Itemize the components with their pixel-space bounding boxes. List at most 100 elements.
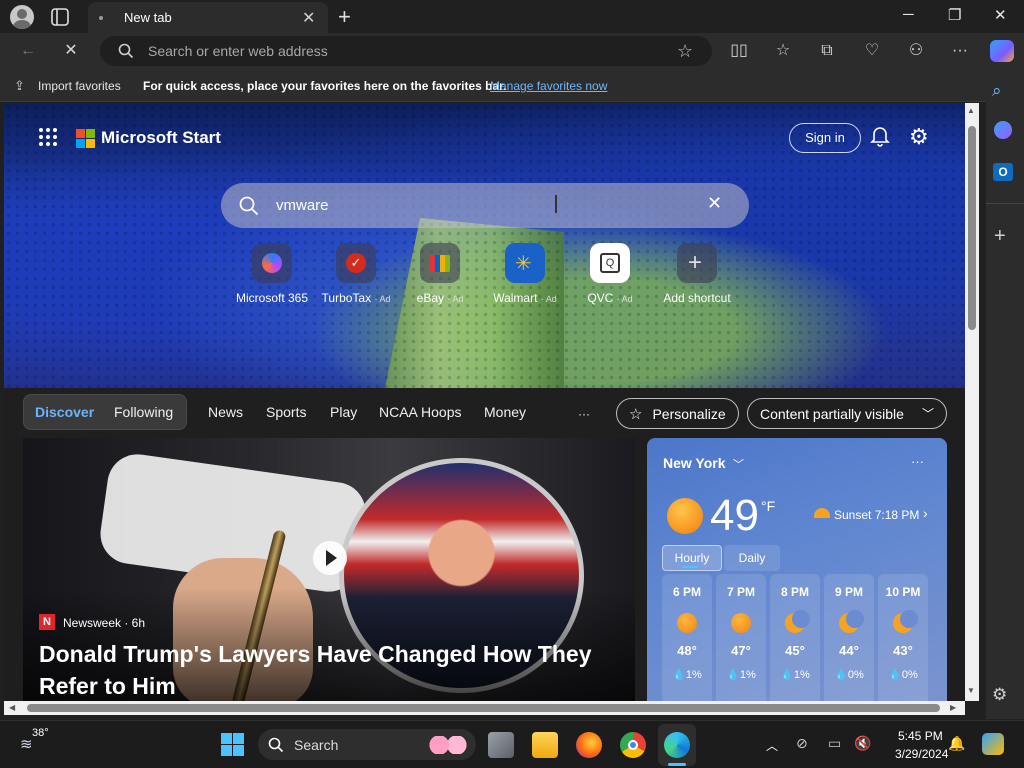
app-launcher-icon[interactable]: [38, 127, 58, 147]
tab-title: New tab: [124, 10, 172, 25]
chevron-right-icon[interactable]: ›: [923, 505, 928, 521]
taskbar-weather-temp[interactable]: 38°: [32, 727, 49, 739]
sidebar-settings-icon[interactable]: ⚙: [992, 685, 1007, 705]
profile-avatar[interactable]: [10, 5, 34, 29]
scroll-right-arrow-icon[interactable]: ▶: [950, 703, 956, 712]
stop-loading-icon[interactable]: ✕: [60, 40, 82, 62]
shortcut-add[interactable]: + Add shortcut: [657, 243, 737, 305]
hour-precip: 1%: [793, 669, 810, 681]
newsweek-logo-icon: N: [39, 614, 55, 630]
hour-temp: 43°: [893, 643, 913, 658]
extensions-icon[interactable]: ⚇: [905, 40, 927, 62]
minimize-icon[interactable]: ─: [903, 6, 914, 23]
shortcut-qvc[interactable]: Q QVC · Ad: [570, 243, 650, 305]
weather-more-icon[interactable]: ···: [911, 454, 924, 469]
firefox-icon[interactable]: [576, 732, 602, 758]
split-screen-icon[interactable]: ▯▯: [728, 40, 750, 62]
temp-unit: °F: [761, 498, 776, 514]
address-placeholder: Search or enter web address: [148, 43, 328, 59]
new-tab-page: Microsoft Start Sign in ⚙ vmware ✕ Micro…: [4, 103, 965, 701]
hour-precip: 0%: [847, 669, 864, 681]
copilot-icon[interactable]: [990, 40, 1014, 62]
tab-following[interactable]: Following: [114, 404, 173, 420]
network-offline-icon[interactable]: ⊘: [796, 735, 808, 752]
notification-bell-icon[interactable]: 🔔: [948, 735, 965, 752]
tab-discover[interactable]: Discover: [35, 404, 94, 420]
settings-more-icon[interactable]: ···: [949, 40, 971, 62]
close-tab-icon[interactable]: ✕: [302, 8, 315, 28]
search-input-value[interactable]: vmware: [276, 197, 329, 214]
sunset-time: Sunset 7:18 PM: [834, 508, 920, 522]
personalize-button[interactable]: ☆ Personalize: [616, 398, 739, 429]
chevron-down-icon: ﹀: [921, 407, 934, 421]
nav-money[interactable]: Money: [484, 404, 526, 420]
vertical-scroll-thumb[interactable]: [968, 126, 976, 330]
content-visibility-dropdown[interactable]: Content partially visible ﹀: [747, 398, 947, 429]
favorites-icon[interactable]: ☆: [772, 40, 794, 62]
sidebar-copilot-icon[interactable]: [994, 121, 1012, 139]
shortcut-turbotax[interactable]: ✓ TurboTax · Ad: [316, 243, 396, 305]
shortcut-ebay[interactable]: eBay · Ad: [400, 243, 480, 305]
clear-search-icon[interactable]: ✕: [707, 193, 722, 214]
ebay-bag-icon: [430, 255, 450, 272]
favorite-star-icon[interactable]: ☆: [677, 41, 693, 62]
chrome-icon[interactable]: [620, 732, 646, 758]
edge-icon[interactable]: [664, 732, 690, 758]
nav-play[interactable]: Play: [330, 404, 357, 420]
task-view-icon[interactable]: [488, 732, 514, 758]
hour-forecast: 8 PM 45° 💧1%: [770, 574, 820, 701]
turbotax-check-icon: ✓: [346, 253, 366, 273]
add-shortcut-plus-icon: +: [688, 249, 703, 276]
restore-icon[interactable]: ❐: [948, 6, 961, 24]
weather-widget-icon[interactable]: ≋: [20, 735, 33, 753]
file-explorer-icon[interactable]: [532, 732, 558, 758]
browser-essentials-icon[interactable]: ♡: [861, 40, 883, 62]
tab-new-tab[interactable]: New tab ✕: [88, 2, 328, 33]
nav-news[interactable]: News: [208, 404, 243, 420]
web-search-box[interactable]: vmware ✕: [221, 183, 749, 228]
clock-time[interactable]: 5:45 PM: [898, 729, 943, 743]
story-headline[interactable]: Donald Trump's Lawyers Have Changed How …: [39, 638, 619, 701]
import-favorites-button[interactable]: Import favorites: [38, 79, 121, 93]
shortcut-microsoft-365[interactable]: Microsoft 365: [232, 243, 312, 305]
clock-date[interactable]: 3/29/2024: [895, 747, 948, 761]
show-hidden-icons-chevron-icon[interactable]: ︿: [766, 737, 778, 754]
sidebar-divider: [986, 203, 1024, 204]
back-icon[interactable]: ←: [17, 40, 39, 62]
new-tab-button[interactable]: +: [338, 4, 351, 30]
horizontal-scroll-thumb[interactable]: [27, 704, 940, 712]
notifications-bell-icon[interactable]: [870, 125, 890, 153]
play-video-icon[interactable]: [313, 541, 347, 575]
sign-in-button[interactable]: Sign in: [789, 123, 861, 153]
scroll-down-arrow-icon[interactable]: ▼: [967, 686, 975, 695]
tab-daily[interactable]: Daily: [724, 545, 780, 571]
ad-badge: · Ad: [540, 294, 557, 304]
outlook-icon[interactable]: O: [993, 163, 1013, 181]
weather-location[interactable]: New York: [663, 455, 726, 471]
manage-favorites-link[interactable]: Manage favorites now: [490, 79, 607, 93]
taskbar-search-box[interactable]: Search: [258, 729, 476, 760]
start-windows-icon[interactable]: [221, 733, 244, 756]
active-app-indicator: [668, 763, 686, 766]
sidebar-search-icon[interactable]: ⌕: [992, 81, 1002, 101]
moon-icon: [785, 610, 810, 633]
nav-ncaa-hoops[interactable]: NCAA Hoops: [379, 404, 461, 420]
top-story-card[interactable]: N Newsweek · 6h Donald Trump's Lawyers H…: [23, 438, 635, 701]
hour-temp: 48°: [677, 643, 697, 658]
close-window-icon[interactable]: ✕: [994, 6, 1007, 24]
scroll-up-arrow-icon[interactable]: ▲: [967, 106, 975, 115]
scroll-left-arrow-icon[interactable]: ◀: [9, 703, 15, 712]
address-bar[interactable]: Search or enter web address ☆: [100, 36, 712, 66]
display-icon[interactable]: ▭: [828, 735, 841, 752]
shortcut-walmart[interactable]: ✳ Walmart · Ad: [485, 243, 565, 305]
sidebar-add-icon[interactable]: +: [994, 225, 1006, 248]
copilot-pre-icon[interactable]: [982, 733, 1004, 755]
volume-muted-icon[interactable]: 🔇: [854, 735, 871, 752]
nav-sports[interactable]: Sports: [266, 404, 306, 420]
tab-actions-icon[interactable]: [48, 6, 72, 28]
location-chevron-icon[interactable]: ﹀: [733, 456, 744, 472]
page-settings-gear-icon[interactable]: ⚙: [909, 124, 929, 150]
collections-icon[interactable]: ⧉: [816, 40, 838, 62]
weather-card[interactable]: New York ﹀ ··· 49 °F Sunset 7:18 PM › Ho…: [647, 438, 947, 701]
nav-more-icon[interactable]: ···: [578, 407, 590, 421]
